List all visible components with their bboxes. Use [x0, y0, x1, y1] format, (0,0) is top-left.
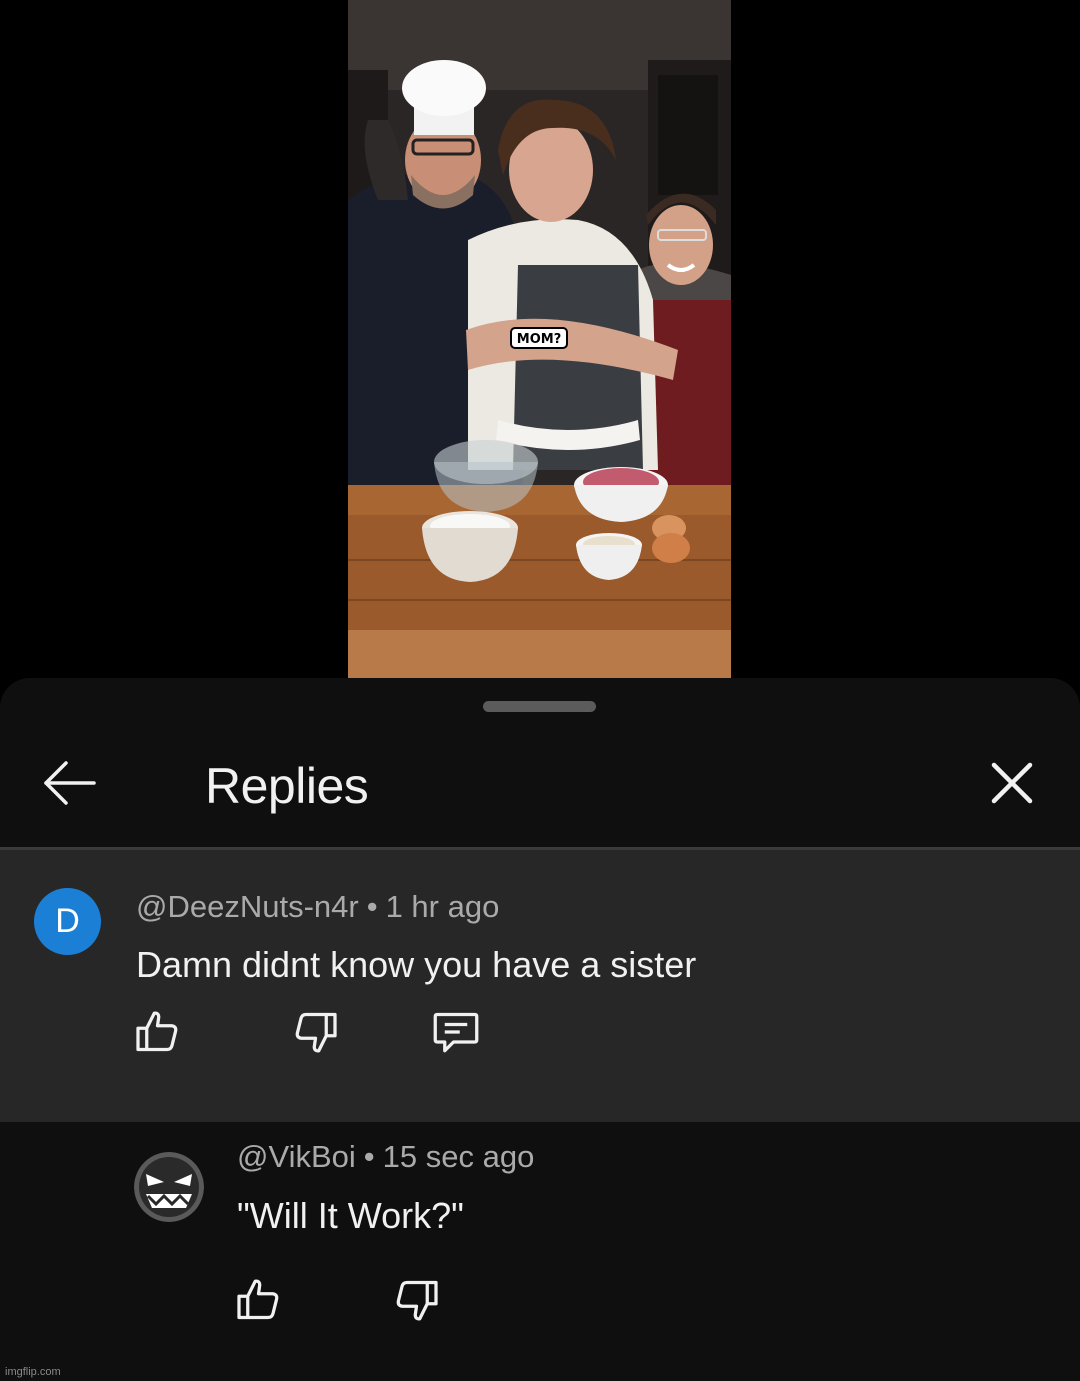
like-button[interactable] [128, 1002, 188, 1062]
avatar[interactable] [134, 1152, 204, 1222]
comment-text: "Will It Work?" [237, 1195, 464, 1236]
close-button[interactable] [980, 753, 1044, 813]
replies-sheet: Replies D @DeezNuts-n4r • 1 hr ago Damn di… [0, 678, 1080, 1381]
meta-separator: • [363, 1139, 375, 1174]
reply-button[interactable] [426, 1002, 486, 1062]
video-area: MOM? [0, 0, 1080, 680]
drag-handle[interactable] [483, 701, 596, 712]
video-player[interactable]: MOM? [348, 0, 731, 678]
close-icon [991, 762, 1033, 804]
back-button[interactable] [38, 753, 102, 813]
thumbs-down-icon [396, 1280, 438, 1321]
comment-meta: @VikBoi • 15 sec ago [237, 1139, 534, 1175]
video-caption: MOM? [517, 332, 561, 347]
watermark: imgflip.com [5, 1366, 61, 1378]
arrow-left-icon [44, 761, 96, 805]
parent-comment: D @DeezNuts-n4r • 1 hr ago Damn didnt know… [0, 850, 1080, 1122]
comment-meta: @DeezNuts-n4r • 1 hr ago [136, 889, 499, 925]
sheet-header: Replies [0, 728, 1080, 848]
meta-separator: • [366, 889, 378, 924]
like-button[interactable] [229, 1270, 289, 1330]
comment-author[interactable]: @VikBoi [237, 1139, 356, 1174]
thumbs-down-icon [295, 1012, 337, 1053]
video-frame-image: MOM? [348, 0, 731, 678]
thumbs-up-icon [136, 1011, 178, 1052]
reply-icon [433, 1012, 479, 1053]
dislike-button[interactable] [285, 1002, 345, 1062]
dislike-button[interactable] [386, 1270, 446, 1330]
comment-author[interactable]: @DeezNuts-n4r [136, 889, 359, 924]
sheet-title: Replies [205, 758, 369, 814]
reply-comment: @VikBoi • 15 sec ago "Will It Work?" [0, 1122, 1080, 1381]
thumbs-up-icon [237, 1279, 279, 1320]
comment-time: 15 sec ago [382, 1139, 535, 1174]
avatar[interactable]: D [34, 888, 101, 955]
angry-face-avatar-icon [134, 1152, 204, 1222]
comment-time: 1 hr ago [385, 889, 500, 924]
comment-text: Damn didnt know you have a sister [136, 944, 697, 985]
